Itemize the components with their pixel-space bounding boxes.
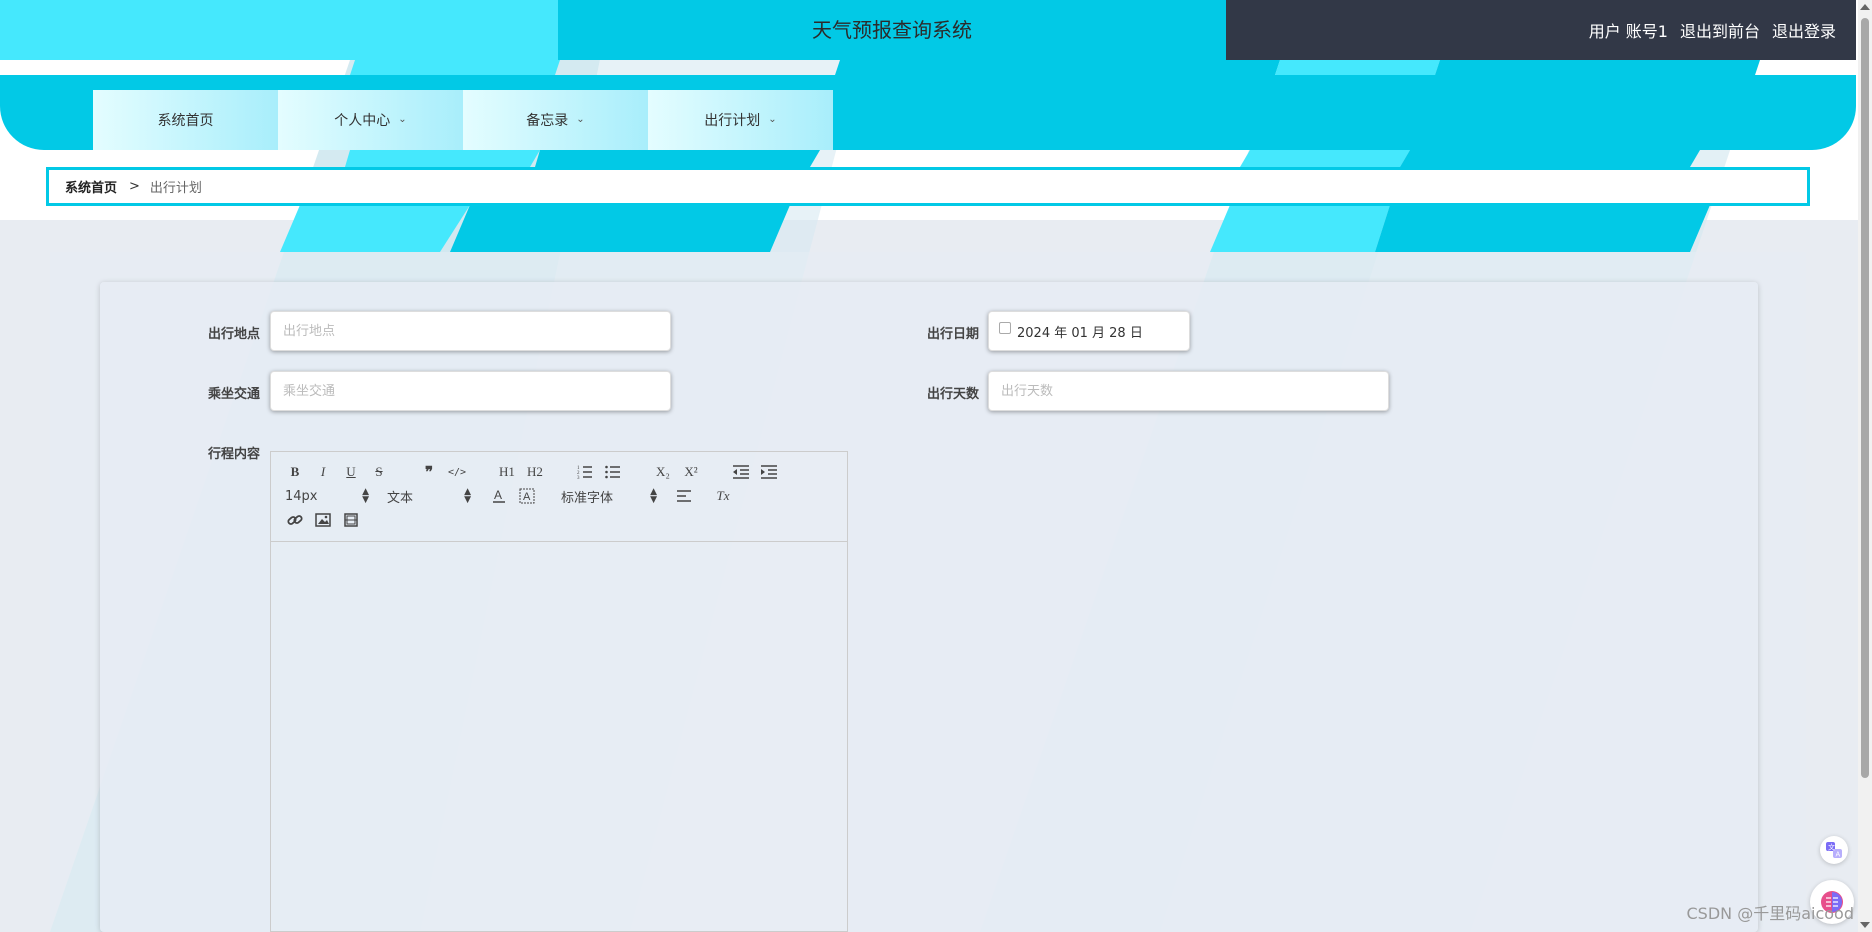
translate-icon[interactable]: 文A (1820, 836, 1848, 864)
indent-svg (761, 465, 777, 479)
link-svg (287, 515, 303, 525)
chevron-down-icon: ⌄ (576, 113, 585, 125)
link-icon[interactable] (285, 510, 305, 530)
image-svg (315, 513, 331, 527)
logout-link[interactable]: 退出登录 (1772, 18, 1836, 42)
video-svg (344, 513, 358, 527)
header-select[interactable]: 文本 ▲ ▼ (387, 487, 471, 506)
user-account-label: 用户 账号1 (1588, 22, 1668, 41)
outdent-icon[interactable] (731, 462, 751, 482)
select-arrows-icon: ▲ ▼ (464, 487, 471, 505)
font-family-value: 标准字体 (561, 490, 614, 506)
font-size-select[interactable]: 14px ▲ ▼ (285, 487, 369, 505)
editor-content-area[interactable] (271, 542, 847, 932)
svg-text:文: 文 (1828, 843, 1835, 852)
breadcrumb-separator: > (129, 179, 140, 194)
code-block-icon[interactable]: </> (447, 462, 467, 482)
breadcrumb-current: 出行计划 (149, 181, 202, 196)
ordered-list-icon[interactable]: 123 (575, 462, 595, 482)
toolbar-row-2: 14px ▲ ▼ 文本 ▲ ▼ A A 标准字体 ▲ ▼ Tx (285, 486, 741, 506)
background-color-svg: A (519, 488, 535, 504)
date-picker[interactable]: 2024 年 01 月 28 日 (988, 311, 1190, 351)
editor-toolbar: B I U S ❞ </> H1 H2 123 X₂ X² 14px ▲ ▼ 文… (271, 452, 847, 542)
image-icon[interactable] (313, 510, 333, 530)
select-arrows-icon: ▲ ▼ (362, 487, 369, 505)
align-svg (677, 490, 691, 502)
nav-item-label: 出行计划 (704, 113, 761, 129)
header-left-block (0, 0, 558, 60)
text-color-icon[interactable]: A (489, 486, 509, 506)
scroll-up-icon[interactable] (1860, 4, 1870, 10)
header-1-button[interactable]: H1 (497, 462, 517, 482)
nav-item-memo[interactable]: 备忘录 ⌄ (463, 90, 648, 150)
blockquote-icon[interactable]: ❞ (419, 462, 439, 482)
nav-item-personal-center[interactable]: 个人中心 ⌄ (278, 90, 463, 150)
italic-button[interactable]: I (313, 462, 333, 482)
chevron-down-icon: ⌄ (398, 113, 407, 125)
date-value: 2024 年 01 月 28 日 (1017, 325, 1143, 341)
strike-button[interactable]: S (369, 462, 389, 482)
content-label: 行程内容 (207, 447, 260, 462)
scrollbar-thumb[interactable] (1861, 18, 1869, 778)
days-label: 出行天数 (926, 387, 979, 402)
svg-text:A: A (523, 491, 531, 503)
nav-item-label: 个人中心 (334, 113, 391, 129)
breadcrumb: 系统首页 > 出行计划 (46, 167, 1810, 206)
svg-text:A: A (1836, 852, 1841, 859)
svg-text:3: 3 (577, 476, 580, 479)
top-header: 天气预报查询系统 用户 账号1 退出到前台 退出登录 (0, 0, 1856, 60)
font-size-value: 14px (285, 488, 318, 504)
days-input[interactable] (988, 371, 1389, 411)
back-to-front-link[interactable]: 退出到前台 (1680, 18, 1760, 42)
transport-input[interactable] (270, 371, 671, 411)
header-select-value: 文本 (387, 490, 414, 506)
translate-svg: 文A (1826, 842, 1842, 859)
calendar-icon (999, 322, 1011, 334)
user-links: 用户 账号1 退出到前台 退出登录 (1589, 0, 1836, 60)
outdent-svg (733, 465, 749, 479)
bullet-list-svg (605, 465, 620, 479)
background-color-icon[interactable]: A (517, 486, 537, 506)
toolbar-row-1: B I U S ❞ </> H1 H2 123 X₂ X² (285, 462, 787, 482)
site-title: 天气预报查询系统 (812, 18, 972, 42)
toolbar-row-3 (285, 510, 369, 530)
nav-item-home[interactable]: 系统首页 (93, 90, 278, 150)
clear-format-button[interactable]: Tx (713, 486, 733, 506)
ordered-list-svg: 123 (577, 466, 592, 479)
align-icon[interactable] (675, 486, 695, 506)
scroll-down-icon[interactable] (1860, 922, 1870, 928)
bullet-list-icon[interactable] (603, 462, 623, 482)
chevron-down-icon: ⌄ (768, 113, 777, 125)
transport-label: 乘坐交通 (207, 387, 260, 402)
text-color-svg: A (493, 488, 505, 503)
nav-item-label: 备忘录 (526, 113, 569, 129)
header-2-button[interactable]: H2 (525, 462, 545, 482)
font-family-select[interactable]: 标准字体 ▲ ▼ (561, 487, 657, 506)
underline-button[interactable]: U (341, 462, 361, 482)
bold-button[interactable]: B (285, 462, 305, 482)
nav-item-label: 系统首页 (157, 113, 214, 129)
watermark: CSDN @千里码aicood (1686, 904, 1855, 923)
superscript-button[interactable]: X² (681, 462, 701, 482)
breadcrumb-home[interactable]: 系统首页 (65, 177, 117, 196)
nav-item-travel-plan[interactable]: 出行计划 ⌄ (648, 90, 833, 150)
location-input[interactable] (270, 311, 671, 351)
select-arrows-icon: ▲ ▼ (650, 487, 657, 505)
video-icon[interactable] (341, 510, 361, 530)
rich-text-editor: B I U S ❞ </> H1 H2 123 X₂ X² 14px ▲ ▼ 文… (270, 451, 848, 932)
svg-text:A: A (494, 488, 502, 502)
page-scrollbar[interactable] (1858, 0, 1872, 932)
main-nav: 系统首页 个人中心 ⌄ 备忘录 ⌄ 出行计划 ⌄ (93, 90, 833, 150)
date-label: 出行日期 (926, 327, 979, 342)
location-label: 出行地点 (207, 327, 260, 342)
indent-icon[interactable] (759, 462, 779, 482)
subscript-button[interactable]: X₂ (653, 462, 673, 482)
